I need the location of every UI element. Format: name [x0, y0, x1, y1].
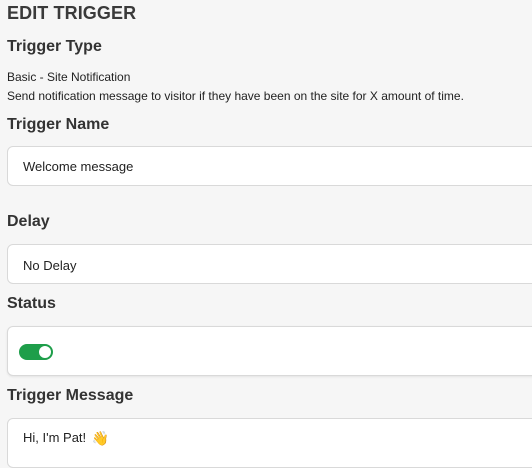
delay-selected-value: No Delay	[23, 258, 77, 273]
delay-select[interactable]: No Delay	[7, 244, 532, 284]
trigger-type-description: Send notification message to visitor if …	[7, 89, 464, 103]
status-container	[7, 326, 532, 376]
trigger-message-label: Trigger Message	[7, 387, 134, 404]
trigger-message-content: Hi, I'm Pat! 👋	[23, 430, 109, 447]
trigger-name-label: Trigger Name	[7, 116, 110, 133]
trigger-name-field-container	[7, 146, 532, 186]
trigger-name-input[interactable]	[8, 147, 532, 185]
status-label: Status	[7, 295, 56, 312]
trigger-message-field[interactable]: Hi, I'm Pat! 👋	[7, 418, 532, 468]
trigger-type-label: Trigger Type	[7, 38, 102, 55]
page-title: EDIT TRIGGER	[7, 3, 137, 23]
trigger-type-name: Basic - Site Notification	[7, 70, 131, 84]
toggle-knob	[39, 346, 51, 358]
waving-hand-icon: 👋	[91, 430, 110, 446]
status-toggle[interactable]	[19, 344, 53, 360]
delay-label: Delay	[7, 213, 50, 230]
trigger-message-text: Hi, I'm Pat!	[23, 430, 87, 445]
